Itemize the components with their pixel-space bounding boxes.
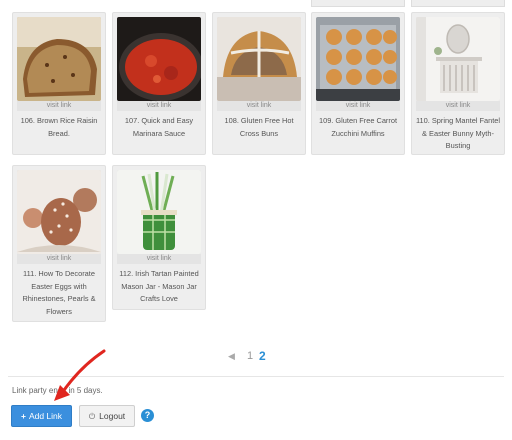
card-caption[interactable]: 106. Brown Rice Raisin Bread. <box>15 115 103 140</box>
card-caption[interactable]: 110. Spring Mantel Fantel & Easter Bunny… <box>414 115 502 153</box>
card-caption[interactable]: 107. Quick and Easy Marinara Sauce <box>115 115 203 140</box>
visit-link[interactable]: visit link <box>117 101 201 111</box>
visit-link[interactable]: visit link <box>316 101 400 111</box>
add-link-label: Add Link <box>28 411 63 421</box>
link-card[interactable]: visit link 108. Gluten Free Hot Cross Bu… <box>212 12 306 155</box>
eggs-photo[interactable] <box>17 170 101 254</box>
red-arrow-annotation <box>54 349 106 401</box>
add-link-button[interactable]: + Add Link <box>11 405 72 427</box>
jar-photo[interactable] <box>117 170 201 254</box>
link-card[interactable]: visit link 106. Brown Rice Raisin Bread. <box>12 12 106 155</box>
muffins-photo[interactable] <box>316 17 400 101</box>
logout-button[interactable]: ⏻ Logout <box>79 405 135 427</box>
link-card[interactable]: visit link 111. How To Decorate Easter E… <box>12 165 106 322</box>
sauce-photo[interactable] <box>117 17 201 101</box>
visit-link[interactable]: visit link <box>416 101 500 111</box>
link-card[interactable]: visit link 107. Quick and Easy Marinara … <box>112 12 206 155</box>
plus-icon: + <box>20 411 26 421</box>
power-icon: ⏻ <box>88 412 96 421</box>
visit-link[interactable]: visit link <box>17 254 101 264</box>
link-card[interactable]: visit link 110. Spring Mantel Fantel & E… <box>411 12 505 155</box>
page-1-link[interactable]: 1 <box>247 350 253 362</box>
visit-link[interactable]: visit link <box>117 254 201 264</box>
card-caption[interactable]: 108. Gluten Free Hot Cross Buns <box>215 115 303 140</box>
help-icon[interactable]: ? <box>141 409 154 422</box>
bread-photo[interactable] <box>17 17 101 101</box>
mantel-photo[interactable] <box>416 17 500 101</box>
card-caption[interactable]: 111. How To Decorate Easter Eggs with Rh… <box>15 268 103 318</box>
visit-link[interactable]: visit link <box>17 101 101 111</box>
logout-label: Logout <box>99 411 126 421</box>
page-2-current[interactable]: 2 <box>259 349 266 363</box>
visit-link[interactable]: visit link <box>217 101 301 111</box>
card-caption[interactable]: 109. Gluten Free Carrot Zucchini Muffins <box>314 115 402 140</box>
link-card[interactable]: visit link 112. Irish Tartan Painted Mas… <box>112 165 206 310</box>
link-grid: visit link 106. Brown Rice Raisin Bread.… <box>0 0 512 330</box>
card-caption[interactable]: 112. Irish Tartan Painted Mason Jar - Ma… <box>115 268 203 306</box>
link-card[interactable]: visit link 109. Gluten Free Carrot Zucch… <box>311 12 405 155</box>
prev-page-icon[interactable]: ◀ <box>228 351 235 362</box>
buns-photo[interactable] <box>217 17 301 101</box>
